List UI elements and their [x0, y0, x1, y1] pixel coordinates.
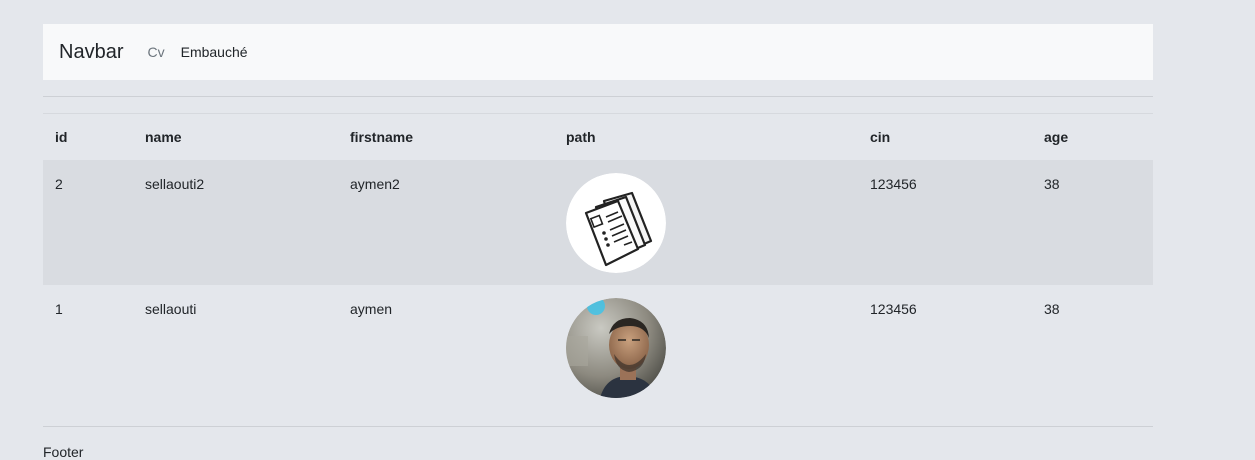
- footer: Footer: [43, 444, 84, 460]
- cv-document-icon[interactable]: [566, 172, 666, 273]
- divider-top: [43, 96, 1153, 97]
- cell-firstname: aymen2: [338, 159, 554, 285]
- navbar-brand[interactable]: Navbar: [59, 41, 123, 64]
- divider-bottom: [43, 426, 1153, 427]
- cell-id: 2: [43, 159, 133, 285]
- column-header-path[interactable]: path: [554, 114, 858, 160]
- column-header-id[interactable]: id: [43, 114, 133, 160]
- cell-firstname: aymen: [338, 284, 554, 410]
- cell-name: sellaouti2: [133, 159, 338, 285]
- column-header-name[interactable]: name: [133, 114, 338, 160]
- cell-cin: 123456: [858, 284, 1032, 410]
- cell-id: 1: [43, 284, 133, 410]
- cell-cin: 123456: [858, 159, 1032, 285]
- column-header-cin[interactable]: cin: [858, 114, 1032, 160]
- nav-link-embauche[interactable]: Embauché: [181, 44, 248, 60]
- cell-path: [554, 159, 858, 285]
- nav-link-cv[interactable]: Cv: [147, 44, 164, 60]
- cell-age: 38: [1032, 284, 1153, 410]
- candidates-table: id name firstname path cin age 2 sellaou…: [43, 113, 1153, 410]
- navbar: Navbar Cv Embauché: [43, 24, 1153, 80]
- column-header-firstname[interactable]: firstname: [338, 114, 554, 160]
- cell-path: [554, 284, 858, 410]
- table-row[interactable]: 1 sellaouti aymen 123456 38: [43, 284, 1153, 410]
- cell-name: sellaouti: [133, 284, 338, 410]
- profile-photo[interactable]: [566, 297, 666, 398]
- table-row[interactable]: 2 sellaouti2 aymen2 123456 38: [43, 159, 1153, 285]
- cell-age: 38: [1032, 159, 1153, 285]
- column-header-age[interactable]: age: [1032, 114, 1153, 160]
- table-header-row: id name firstname path cin age: [43, 113, 1153, 160]
